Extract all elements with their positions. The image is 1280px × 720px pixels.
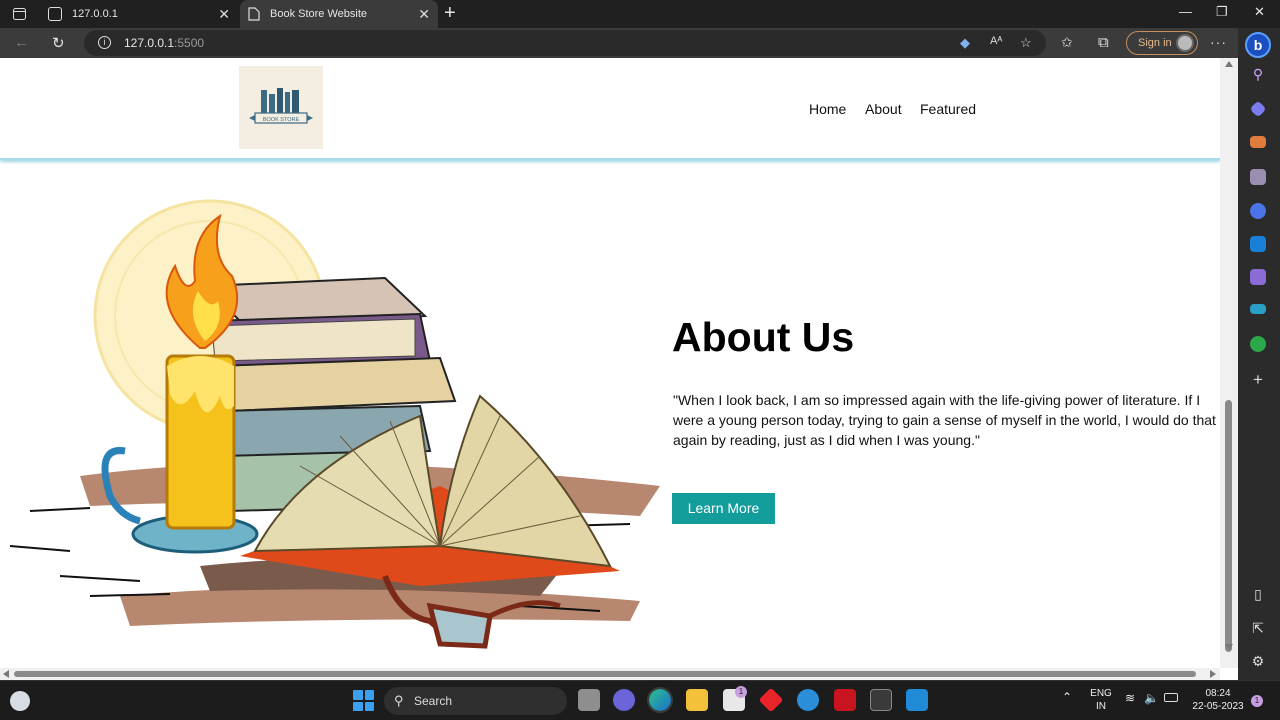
microsoft-365-icon[interactable] [1250,203,1266,219]
anydesk-icon[interactable] [758,687,784,713]
books-candle-illustration [9,199,660,649]
new-tab-button[interactable]: + [444,2,456,25]
tab-localhost[interactable]: 127.0.0.1 ✕ [38,0,238,28]
browser-titlebar: 127.0.0.1 ✕ Book Store Website ✕ + — ❐ ✕ [0,0,1280,28]
tab-book-store[interactable]: Book Store Website ✕ [240,0,438,28]
address-bar[interactable]: i 127.0.0.1:5500 ◆ Aᴬ ☆ [84,30,1046,56]
task-view-icon[interactable] [578,689,600,711]
tab-actions-icon[interactable] [8,4,30,24]
show-hidden-icons[interactable]: ⌃ [1062,691,1072,704]
site-info-icon[interactable]: i [98,36,111,49]
notifications-icon[interactable]: 1 [1251,695,1263,707]
learn-more-button[interactable]: Learn More [672,493,775,524]
url-text[interactable]: 127.0.0.1:5500 [124,36,204,50]
date-label: 22-05-2023 [1192,701,1244,712]
scroll-left-arrow[interactable] [3,670,9,678]
close-window-icon[interactable]: ✕ [1254,4,1265,20]
refresh-icon[interactable]: ↻ [52,34,65,52]
page-viewport: BOOK STORE Home About Featured About Us … [0,58,1238,680]
back-icon[interactable]: ← [14,34,29,51]
search-label: Search [414,694,453,708]
file-explorer-icon[interactable] [686,689,708,711]
sign-in-button[interactable]: Sign in [1126,31,1198,55]
external-link-icon[interactable]: ⇱ [1250,620,1266,637]
tree-icon[interactable] [1250,336,1266,352]
book-store-logo[interactable]: BOOK STORE [239,66,323,149]
search-icon[interactable]: ⚲ [1250,66,1266,83]
sign-in-label: Sign in [1138,37,1172,49]
favorites-icon[interactable]: ✩ [1061,34,1073,51]
page-icon [48,7,62,21]
mcafee-icon[interactable] [834,689,856,711]
taskbar: ⚲ Search 1 ⌃ ENG IN ≋ 🔈 08:24 22-05-2023… [0,680,1280,720]
vscode-icon[interactable] [906,689,928,711]
search-icon: ⚲ [394,693,404,708]
site-header: BOOK STORE Home About Featured [0,58,1220,160]
send-icon[interactable] [1250,304,1266,314]
tools-icon[interactable] [1250,136,1266,148]
read-aloud-icon[interactable]: Aᴬ [990,35,1002,47]
about-title: About Us [672,314,855,360]
scroll-thumb[interactable] [14,671,1196,677]
region-label: IN [1096,701,1106,712]
scroll-thumb[interactable] [1225,400,1232,652]
maximize-icon[interactable]: ❐ [1216,4,1228,20]
more-options-icon[interactable]: ··· [1210,34,1227,50]
clock[interactable]: 08:24 22-05-2023 [1190,687,1246,713]
nav-home[interactable]: Home [809,101,846,117]
coupon-tag-icon[interactable]: ◆ [960,35,970,51]
teams-chat-icon[interactable] [613,689,635,711]
notification-badge: 1 [735,686,747,698]
nav-featured[interactable]: Featured [920,101,976,117]
add-favorite-icon[interactable]: ☆ [1020,35,1032,51]
browser-toolbar: ← ↻ i 127.0.0.1:5500 ◆ Aᴬ ☆ ✩ ⧉ Sign in … [0,28,1238,58]
terminal-icon[interactable] [870,689,892,711]
add-icon[interactable]: + [1250,370,1266,390]
settings-icon[interactable]: ⚙ [1250,653,1266,670]
sidebar-toggle-icon[interactable]: ▯ [1250,586,1266,603]
edge-icon[interactable] [647,687,673,713]
minimize-icon[interactable]: — [1179,4,1192,19]
tab-label: Book Store Website [270,8,368,20]
logo-text: BOOK STORE [263,117,300,123]
document-icon [248,7,260,21]
designer-icon[interactable] [1250,269,1266,285]
lang-label: ENG [1090,688,1112,699]
games-icon[interactable] [1250,169,1266,185]
language-indicator[interactable]: ENG IN [1088,687,1114,713]
about-quote: "When I look back, I am so impressed aga… [673,392,1216,448]
scroll-right-arrow[interactable] [1210,670,1216,678]
help-icon[interactable] [797,689,819,711]
nav-about[interactable]: About [865,101,902,117]
outlook-icon[interactable] [1250,236,1266,252]
wifi-icon[interactable]: ≋ [1125,692,1135,705]
bing-copilot-icon[interactable]: b [1245,32,1271,58]
volume-icon[interactable]: 🔈 [1144,692,1159,705]
battery-icon[interactable] [1164,693,1178,702]
start-button[interactable] [353,690,374,711]
horizontal-scrollbar[interactable] [0,668,1220,680]
shopping-icon[interactable] [1249,100,1267,118]
time-label: 08:24 [1205,688,1231,699]
scroll-up-arrow[interactable] [1225,61,1233,67]
vertical-scrollbar[interactable] [1220,58,1238,668]
close-tab-icon[interactable]: ✕ [218,6,230,23]
weather-icon[interactable] [10,691,30,711]
collections-icon[interactable]: ⧉ [1098,34,1109,51]
scroll-down-arrow[interactable] [1225,644,1233,650]
avatar-icon [1176,34,1194,52]
taskbar-search[interactable]: ⚲ Search [384,687,567,715]
edge-sidebar: b ⚲ + ▯ ⇱ ⚙ [1238,28,1280,680]
close-tab-icon[interactable]: ✕ [418,6,430,23]
tab-label: 127.0.0.1 [72,8,118,20]
